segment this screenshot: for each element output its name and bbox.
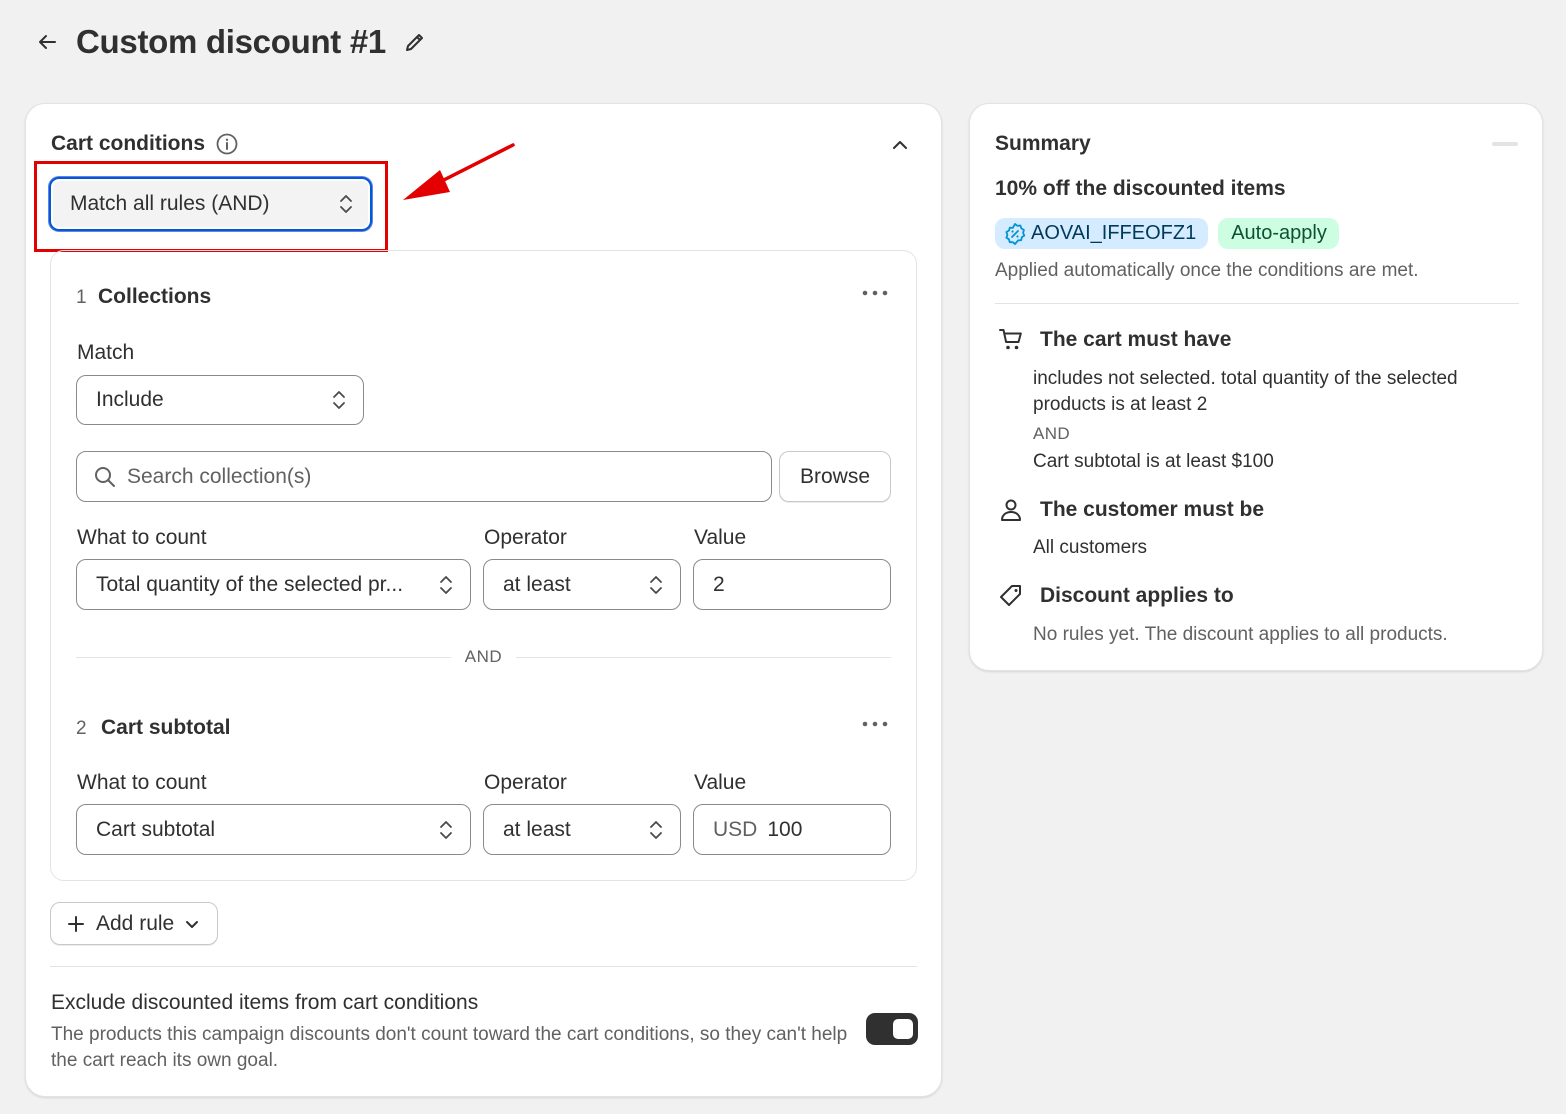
auto-apply-badge: Auto-apply (1218, 218, 1339, 249)
cart-icon (998, 327, 1024, 353)
page-header: Custom discount #1 (30, 20, 430, 64)
toggle-knob (893, 1019, 913, 1039)
match-label: Match (77, 341, 135, 364)
select-chevron-icon (333, 391, 345, 409)
cart-conditions-header: Cart conditions (51, 132, 239, 156)
search-placeholder: Search collection(s) (127, 464, 312, 488)
exclude-title: Exclude discounted items from cart condi… (51, 991, 479, 1014)
value-label: Value (694, 526, 747, 549)
include-value: Include (96, 388, 164, 411)
discount-code-text: AOVAI_IFFEOFZ1 (1031, 222, 1197, 244)
cart-must-have-heading: The cart must have (1040, 328, 1232, 351)
summary-divider (995, 303, 1519, 304)
select-chevron-icon (650, 575, 662, 594)
cart-rule-text: includes not selected. total quantity of… (1033, 368, 1458, 415)
section-divider (50, 966, 917, 967)
cart-conditions-title: Cart conditions (51, 132, 206, 155)
operator-label: Operator (484, 771, 567, 794)
select-chevron-icon (440, 820, 452, 839)
chevron-down-icon (186, 920, 199, 928)
chevron-up-icon (893, 141, 907, 149)
summary-card: Summary 10% off the discounted items AOV… (969, 103, 1543, 671)
select-chevron-icon (650, 820, 662, 839)
more-icon (862, 721, 888, 727)
page-title: Custom discount #1 (76, 23, 386, 60)
discount-applies-text: No rules yet. The discount applies to al… (1033, 624, 1448, 645)
summary-handle (1492, 142, 1518, 146)
person-icon (998, 497, 1024, 523)
match-mode-value: Match all rules (AND) (70, 192, 270, 215)
collection-search-input[interactable]: Search collection(s) (76, 451, 772, 502)
what-to-count-value: Total quantity of the selected pr... (96, 572, 404, 596)
rule-more-button[interactable] (859, 712, 891, 736)
plus-icon (68, 915, 84, 932)
operator-value: at least (503, 817, 571, 841)
operator-value: at least (503, 572, 571, 596)
value-input[interactable]: 2 (693, 559, 891, 610)
customer-text: All customers (1033, 537, 1148, 558)
cart-and-text: AND (1033, 424, 1071, 443)
exclude-description: The products this campaign discounts don… (51, 1024, 848, 1071)
browse-button[interactable]: Browse (779, 451, 891, 502)
rules-container: 1 Collections Match Include Search colle… (50, 250, 917, 881)
subtotal-value-input[interactable]: USD 100 (693, 804, 891, 855)
what-to-count-label: What to count (77, 771, 207, 794)
more-icon (862, 290, 888, 296)
back-arrow-icon (39, 35, 56, 49)
rule-more-button[interactable] (859, 281, 891, 305)
back-button[interactable] (30, 25, 64, 59)
info-icon[interactable] (215, 132, 239, 156)
include-select[interactable]: Include (76, 375, 364, 425)
what-to-count-label: What to count (77, 526, 207, 549)
and-separator: AND (76, 647, 891, 667)
rule-number: 2 (76, 718, 87, 739)
value-text: 100 (767, 817, 803, 841)
cart-conditions-card: Cart conditions Match all rules (AND) 1 … (25, 103, 942, 1097)
rule-title: Collections (98, 285, 212, 308)
value-label: Value (694, 771, 747, 794)
select-chevron-icon (340, 195, 352, 213)
select-chevron-icon (440, 575, 452, 594)
discount-icon (1003, 222, 1027, 246)
what-to-count-value: Cart subtotal (96, 817, 216, 841)
summary-note: Applied automatically once the condition… (995, 260, 1419, 281)
operator-label: Operator (484, 526, 567, 549)
and-separator-text: AND (464, 647, 503, 666)
edit-title-button[interactable] (400, 27, 430, 57)
summary-title: Summary (995, 132, 1091, 155)
annotation-arrow (403, 143, 515, 200)
add-rule-label: Add rule (96, 911, 175, 935)
currency-prefix: USD (713, 817, 758, 841)
exclude-toggle[interactable] (866, 1013, 918, 1045)
rule-number: 1 (76, 287, 87, 308)
discount-applies-heading: Discount applies to (1040, 584, 1234, 607)
value-text: 2 (713, 572, 725, 596)
summary-subtitle: 10% off the discounted items (995, 177, 1286, 200)
what-to-count-select[interactable]: Total quantity of the selected pr... (76, 559, 471, 610)
cart-rule-text-2: Cart subtotal is at least $100 (1033, 451, 1274, 472)
discount-code-badge: AOVAI_IFFEOFZ1 (995, 218, 1209, 249)
search-icon (95, 466, 115, 487)
pencil-icon (405, 34, 423, 51)
rule-title: Cart subtotal (101, 716, 231, 739)
customer-must-be-heading: The customer must be (1040, 498, 1265, 521)
badge-row: AOVAI_IFFEOFZ1 Auto-apply (995, 218, 1339, 249)
operator-select[interactable]: at least (483, 559, 681, 610)
add-rule-button[interactable]: Add rule (50, 902, 218, 945)
match-mode-select[interactable]: Match all rules (AND) (49, 177, 372, 231)
tag-icon (998, 583, 1024, 609)
what-to-count-select[interactable]: Cart subtotal (76, 804, 471, 855)
operator-select[interactable]: at least (483, 804, 681, 855)
collapse-button[interactable] (887, 132, 913, 158)
